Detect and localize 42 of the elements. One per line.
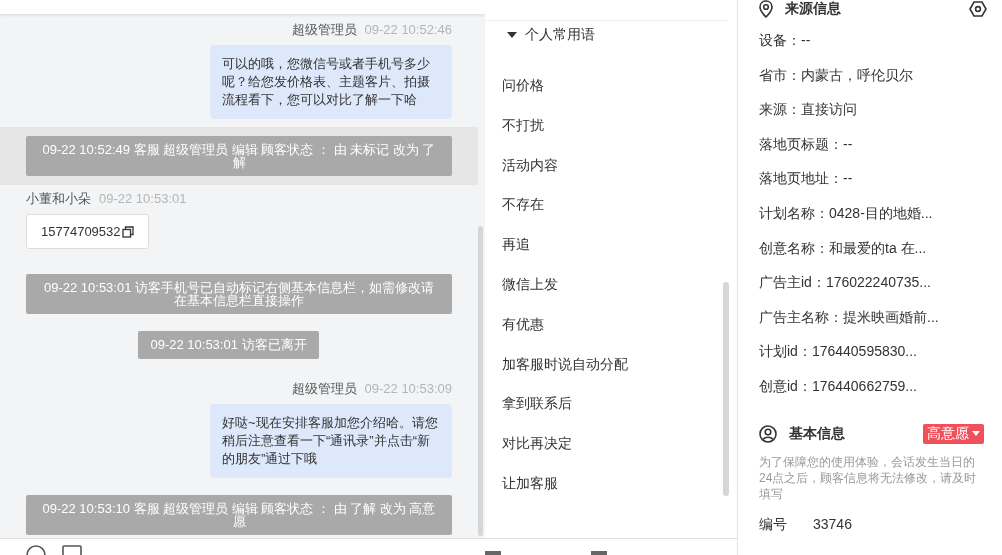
section-title: 来源信息	[785, 0, 842, 18]
info-field: 来源：直接访问	[759, 99, 982, 120]
location-icon	[759, 0, 773, 18]
message-time: 09-22 10:52:46	[364, 22, 452, 38]
copy-icon[interactable]	[121, 225, 134, 238]
settings-icon[interactable]	[969, 0, 987, 18]
info-field: 落地页地址：--	[759, 168, 982, 189]
system-note: 09-22 10:53:01 访客手机号已自动标记右侧基本信息栏，如需修改请在基本信息栏直接操作	[26, 274, 452, 314]
phone-number: 15774709532	[41, 224, 121, 239]
sender-name: 超级管理员	[291, 22, 357, 38]
field-label: 编号	[759, 515, 787, 534]
info-field: 计划id：176440595830...	[759, 341, 982, 362]
scrollbar[interactable]	[478, 226, 483, 536]
info-field: 广告主名称：提米映画婚前...	[759, 306, 982, 327]
message-time: 09-22 10:53:09	[364, 381, 452, 397]
info-field: 创意id：176440662759...	[759, 375, 982, 396]
info-field: 省市：内蒙古，呼伦贝尔	[759, 64, 982, 85]
message-time: 09-22 10:53:01	[99, 191, 187, 207]
scrollbar[interactable]	[723, 282, 729, 496]
message-bubble: 可以的哦，您微信号或者手机号多少呢？给您发价格表、主题客片、拍摄流程看下，您可以对比了解一下哈	[210, 45, 452, 119]
info-field: 落地页标题：--	[759, 133, 982, 154]
phrase-item[interactable]: 问价格	[502, 75, 544, 95]
sender-name: 超级管理员	[291, 381, 357, 397]
user-icon	[759, 424, 777, 443]
section-title: 基本信息	[789, 424, 846, 443]
field-value: 33746	[813, 515, 852, 534]
system-note: 09-22 10:53:01 访客已离开	[138, 331, 319, 359]
status-dropdown[interactable]: 高意愿	[923, 423, 984, 444]
info-field: 计划名称：0428-目的地婚...	[759, 202, 982, 223]
emoji-icon[interactable]	[26, 545, 46, 555]
message-bubble: 好哒~现在安排客服加您介绍哈。请您稍后注意查看一下“通讯录”并点击“新的朋友”通过下哦	[210, 404, 452, 478]
system-note: 09-22 10:53:10 客服 超级管理员 编辑 顾客状态 ： 由 了解 改为 高意愿	[26, 495, 452, 535]
image-icon[interactable]	[62, 545, 82, 555]
info-field: 广告主id：176022240735...	[759, 272, 982, 293]
sender-name: 小董和小朵	[26, 191, 91, 207]
phrase-item[interactable]: 微信上发	[502, 274, 558, 294]
caret-icon[interactable]	[972, 431, 980, 437]
system-note: 09-22 10:52:49 客服 超级管理员 编辑 顾客状态 ： 由 未标记 改为 了解	[26, 136, 452, 176]
group-header[interactable]: 个人常用语	[485, 21, 725, 49]
hint-text: 为了保障您的使用体验，会话发生当日的24点之后，顾客信息将无法修改，请及时填写	[759, 453, 978, 502]
info-field: 创意名称：和最爱的ta 在...	[759, 237, 982, 258]
info-field: 设备：--	[759, 30, 982, 50]
